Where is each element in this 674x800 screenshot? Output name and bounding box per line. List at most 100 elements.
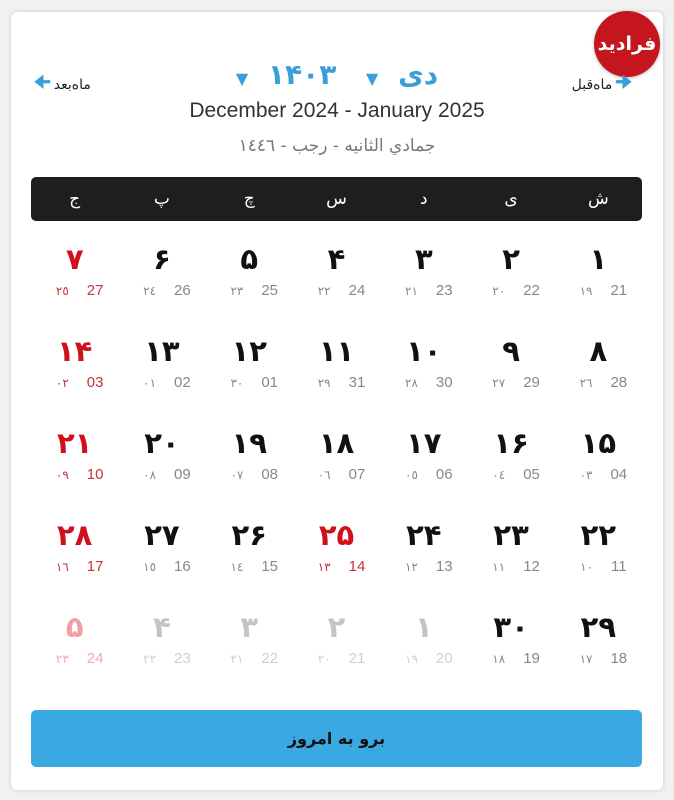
secondary-dates: ٢٥ 27 (56, 282, 104, 299)
gregorian-day: 29 (523, 374, 540, 391)
hijri-day: ١٦ (55, 560, 69, 574)
day-cell[interactable]: ۲۸ ١٦ 17 (31, 512, 118, 604)
secondary-dates: ٠٣ 04 (580, 466, 628, 483)
day-cell[interactable]: ۲۰ ٠٨ 09 (118, 420, 205, 512)
day-cell[interactable]: ۱ ١٩ 21 (555, 236, 642, 328)
day-cell[interactable]: ۴ ٢٢ 23 (118, 604, 205, 696)
secondary-dates: ١١ 12 (492, 558, 540, 575)
hijri-day: ١٩ (405, 652, 418, 666)
day-cell[interactable]: ۵ ٢٣ 25 (206, 236, 293, 328)
hijri-day: ٢٠ (317, 652, 331, 666)
day-cell[interactable]: ۲۴ ١٢ 13 (380, 512, 467, 604)
month-label: دی (398, 58, 439, 91)
gregorian-day: 27 (86, 282, 104, 299)
secondary-dates: ١٣ 14 (318, 558, 366, 575)
secondary-dates: ١٩ 20 (405, 650, 453, 667)
day-cell[interactable]: ۱۱ ٢٩ 31 (293, 328, 380, 420)
day-cell[interactable]: ۲۵ ١٣ 14 (293, 512, 380, 604)
day-cell[interactable]: ۲۷ ١٥ 16 (118, 512, 205, 604)
secondary-dates: ٢٧ 29 (492, 374, 540, 391)
hijri-day: ٠٩ (55, 468, 69, 482)
day-cell[interactable]: ۲ ٢٠ 22 (467, 236, 554, 328)
month-selector[interactable]: دی ▼ (361, 58, 443, 91)
secondary-dates: ١٤ 15 (230, 558, 278, 575)
day-cell[interactable]: ۲۲ ١٠ 11 (555, 512, 642, 604)
day-cell[interactable]: ۷ ٢٥ 27 (31, 236, 118, 328)
persian-day: ۱۰ (406, 334, 442, 368)
hijri-day: ٢٧ (492, 376, 506, 390)
secondary-dates: ٢٨ 30 (405, 374, 453, 391)
gregorian-day: 05 (523, 466, 540, 483)
hijri-day: ٢٥ (55, 284, 69, 298)
gregorian-day: 21 (348, 650, 366, 667)
weekday-label: ج (69, 189, 81, 209)
day-cell[interactable]: ۱۸ ٠٦ 07 (293, 420, 380, 512)
gregorian-day: 31 (348, 374, 366, 391)
day-cell[interactable]: ۱۳ ٠١ 02 (118, 328, 205, 420)
hijri-day: ٢٩ (317, 376, 331, 390)
persian-day: ۳۰ (493, 610, 529, 644)
persian-day: ۶ (153, 242, 171, 276)
persian-day: ۱۱ (318, 334, 355, 368)
secondary-dates: ٠٧ 08 (230, 466, 278, 483)
persian-day: ۲۶ (231, 518, 267, 552)
secondary-dates: ٢٠ 22 (492, 282, 540, 299)
gregorian-day: 14 (348, 558, 366, 575)
day-cell[interactable]: ۱۰ ٢٨ 30 (380, 328, 467, 420)
day-cell[interactable]: ۸ ٢٦ 28 (555, 328, 642, 420)
day-cell[interactable]: ۳ ٢١ 22 (206, 604, 293, 696)
day-cell[interactable]: ۲ ٢٠ 21 (293, 604, 380, 696)
day-cell[interactable]: ۶ ٢٤ 26 (118, 236, 205, 328)
gregorian-day: 10 (86, 466, 104, 483)
gregorian-day: 22 (523, 282, 540, 299)
gregorian-day: 17 (86, 558, 104, 575)
persian-day: ۸ (589, 334, 608, 368)
year-label: ۱۴۰۳ (267, 58, 337, 91)
gregorian-day: 15 (261, 558, 279, 575)
hijri-range: جمادي الثانيه - رجب - ١٤٤٦ (238, 136, 436, 156)
go-to-today-button[interactable]: برو به امروز (31, 710, 642, 767)
day-cell[interactable]: ۳ ٢١ 23 (380, 236, 467, 328)
secondary-dates: ١٧ 18 (580, 650, 628, 667)
weekday-label: چ (243, 189, 255, 209)
persian-day: ۱ (414, 610, 433, 644)
day-cell[interactable]: ۱۶ ٠٤ 05 (467, 420, 554, 512)
hijri-day: ٢١ (230, 652, 244, 666)
hijri-day: ٠١ (143, 376, 157, 390)
hijri-day: ٣٠ (230, 376, 244, 390)
day-cell[interactable]: ۲۳ ١١ 12 (467, 512, 554, 604)
day-cell[interactable]: ۵ ٢٣ 24 (31, 604, 118, 696)
hijri-day: ٢١ (405, 284, 418, 298)
year-selector[interactable]: ۱۴۰۳ ▼ (231, 58, 341, 91)
persian-day: ۳ (240, 610, 259, 644)
hijri-day: ٠٣ (579, 468, 593, 482)
day-cell[interactable]: ۱ ١٩ 20 (380, 604, 467, 696)
day-cell[interactable]: ۳۰ ١٨ 19 (467, 604, 554, 696)
day-cell[interactable]: ۱۲ ٣٠ 01 (206, 328, 293, 420)
persian-day: ۱۲ (231, 334, 267, 368)
day-cell[interactable]: ۹ ٢٧ 29 (467, 328, 554, 420)
day-cell[interactable]: ۴ ٢٢ 24 (293, 236, 380, 328)
secondary-dates: ١٠ 11 (580, 558, 626, 575)
persian-day: ۱۵ (580, 426, 617, 460)
gregorian-day: 04 (610, 466, 628, 483)
gregorian-day: 13 (435, 558, 453, 575)
persian-day: ۵ (240, 242, 259, 276)
day-cell[interactable]: ۱۹ ٠٧ 08 (206, 420, 293, 512)
day-cell[interactable]: ۲۱ ٠٩ 10 (31, 420, 118, 512)
day-cell[interactable]: ۱۷ ٠٥ 06 (380, 420, 467, 512)
persian-day: ۴ (153, 610, 171, 644)
gregorian-day: 03 (86, 374, 104, 391)
day-cell[interactable]: ۱۵ ٠٣ 04 (555, 420, 642, 512)
gregorian-day: 07 (348, 466, 366, 483)
secondary-dates: ٢٦ 28 (580, 374, 628, 391)
gregorian-day: 24 (348, 282, 366, 299)
persian-day: ۲۵ (318, 518, 355, 552)
gregorian-day: 02 (174, 374, 191, 391)
persian-day: ۲ (502, 242, 520, 276)
secondary-dates: ٠١ 02 (143, 374, 191, 391)
secondary-dates: ٣٠ 01 (230, 374, 278, 391)
day-cell[interactable]: ۱۴ ٠٢ 03 (31, 328, 118, 420)
day-cell[interactable]: ۲۶ ١٤ 15 (206, 512, 293, 604)
day-cell[interactable]: ۲۹ ١٧ 18 (555, 604, 642, 696)
